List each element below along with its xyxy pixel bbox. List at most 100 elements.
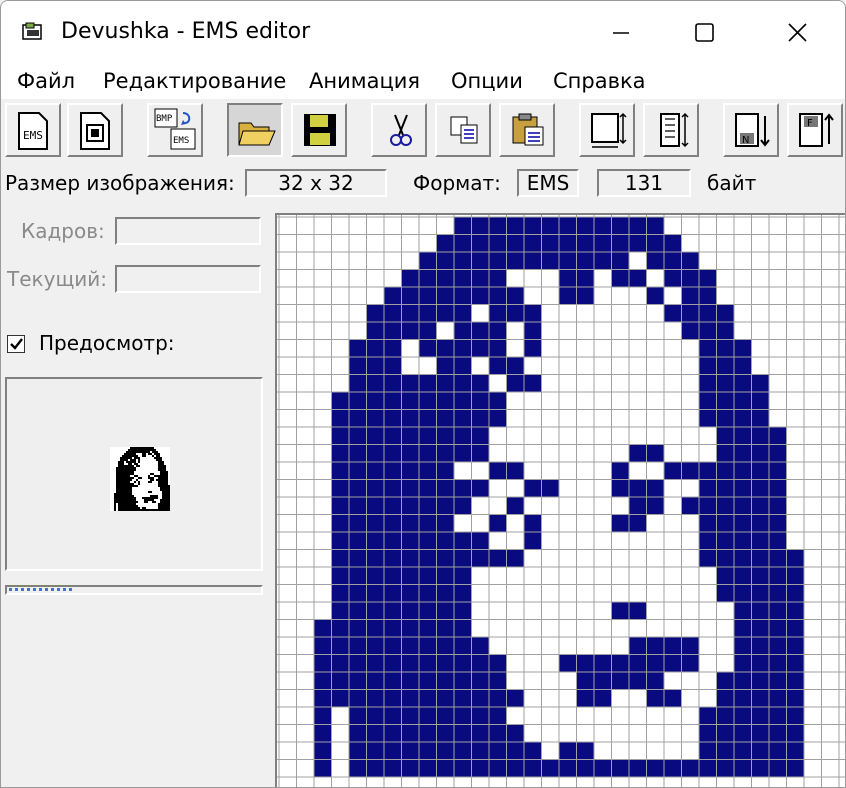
pixel-on[interactable] (769, 479, 787, 498)
pixel-on[interactable] (681, 304, 700, 323)
pixel-on[interactable] (786, 707, 805, 725)
pixel-on[interactable] (559, 217, 577, 235)
pixel-on[interactable] (331, 479, 350, 498)
pixel-on[interactable] (419, 637, 437, 655)
pixel-on[interactable] (629, 269, 647, 288)
pixel-on[interactable] (471, 427, 490, 445)
pixel-on[interactable] (629, 234, 647, 253)
pixel-on[interactable] (594, 234, 612, 253)
pixel-on[interactable] (646, 287, 665, 305)
pixel-on[interactable] (716, 497, 735, 515)
pixel-on[interactable] (366, 514, 385, 533)
pixel-on[interactable] (366, 567, 385, 585)
pixel-on[interactable] (366, 707, 385, 725)
pixel-on[interactable] (314, 689, 332, 708)
pixel-on[interactable] (349, 602, 367, 620)
next-frame-button[interactable]: N (723, 103, 779, 157)
pixel-on[interactable] (541, 479, 560, 498)
pixel-on[interactable] (349, 514, 367, 533)
pixel-on[interactable] (419, 707, 437, 725)
pixel-on[interactable] (436, 479, 455, 498)
pixel-on[interactable] (384, 549, 402, 568)
pixel-on[interactable] (664, 654, 682, 673)
pixel-on[interactable] (716, 304, 735, 323)
preview-label[interactable]: Предосмотр: (39, 331, 175, 355)
pixel-on[interactable] (419, 497, 437, 515)
minimize-button[interactable] (591, 11, 651, 55)
pixel-on[interactable] (699, 514, 717, 533)
pixel-on[interactable] (611, 479, 630, 498)
pixel-on[interactable] (769, 497, 787, 515)
pixel-on[interactable] (454, 322, 472, 340)
pixel-on[interactable] (646, 637, 665, 655)
pixel-on[interactable] (769, 427, 787, 445)
pixel-on[interactable] (489, 304, 507, 323)
pixel-on[interactable] (384, 672, 402, 690)
pixel-on[interactable] (489, 322, 507, 340)
pixel-on[interactable] (489, 269, 507, 288)
pixel-on[interactable] (384, 392, 402, 410)
pixel-on[interactable] (366, 409, 385, 428)
pixel-on[interactable] (419, 759, 437, 778)
copy-button[interactable] (435, 103, 491, 157)
pixel-on[interactable] (331, 567, 350, 585)
pixel-on[interactable] (681, 497, 700, 515)
pixel-on[interactable] (699, 304, 717, 323)
pixel-on[interactable] (716, 532, 735, 550)
pixel-on[interactable] (436, 234, 455, 253)
pixel-on[interactable] (401, 584, 420, 603)
pixel-on[interactable] (436, 374, 455, 393)
pixel-on[interactable] (384, 462, 402, 480)
pixel-on[interactable] (716, 427, 735, 445)
pixel-on[interactable] (349, 672, 367, 690)
pixel-on[interactable] (576, 742, 595, 760)
pixel-on[interactable] (489, 357, 507, 375)
pixel-on[interactable] (769, 759, 787, 778)
pixel-on[interactable] (384, 322, 402, 340)
pixel-on[interactable] (436, 304, 455, 323)
pixel-on[interactable] (384, 287, 402, 305)
pixel-on[interactable] (489, 234, 507, 253)
pixel-on[interactable] (401, 322, 420, 340)
pixel-on[interactable] (436, 584, 455, 603)
pixel-on[interactable] (751, 374, 770, 393)
pixel-on[interactable] (366, 479, 385, 498)
pixel-on[interactable] (419, 322, 437, 340)
pixel-on[interactable] (594, 217, 612, 235)
pixel-on[interactable] (769, 549, 787, 568)
pixel-on[interactable] (699, 462, 717, 480)
menu-help[interactable]: Справка (553, 69, 646, 93)
pixel-on[interactable] (366, 497, 385, 515)
pixel-on[interactable] (769, 707, 787, 725)
pixel-on[interactable] (681, 322, 700, 340)
pixel-on[interactable] (664, 637, 682, 655)
pixel-on[interactable] (594, 759, 612, 778)
pixel-on[interactable] (716, 742, 735, 760)
pixel-on[interactable] (751, 689, 770, 708)
pixel-on[interactable] (524, 759, 542, 778)
pixel-on[interactable] (419, 252, 437, 270)
pixel-on[interactable] (751, 427, 770, 445)
pixel-on[interactable] (436, 549, 455, 568)
pixel-on[interactable] (436, 637, 455, 655)
pixel-on[interactable] (524, 217, 542, 235)
pixel-on[interactable] (471, 724, 490, 743)
pixel-on[interactable] (384, 374, 402, 393)
pixel-on[interactable] (454, 637, 472, 655)
pixel-on[interactable] (419, 409, 437, 428)
pixel-on[interactable] (664, 462, 682, 480)
pixel-on[interactable] (524, 234, 542, 253)
pixel-on[interactable] (489, 339, 507, 358)
pixel-on[interactable] (349, 549, 367, 568)
pixel-on[interactable] (401, 707, 420, 725)
pixel-on[interactable] (366, 689, 385, 708)
pixel-on[interactable] (769, 532, 787, 550)
pixel-on[interactable] (716, 479, 735, 498)
pixel-on[interactable] (331, 427, 350, 445)
pixel-on[interactable] (349, 357, 367, 375)
pixel-on[interactable] (454, 602, 472, 620)
pixel-on[interactable] (681, 287, 700, 305)
pixel-on[interactable] (786, 689, 805, 708)
pixel-on[interactable] (786, 672, 805, 690)
pixel-on[interactable] (541, 234, 560, 253)
